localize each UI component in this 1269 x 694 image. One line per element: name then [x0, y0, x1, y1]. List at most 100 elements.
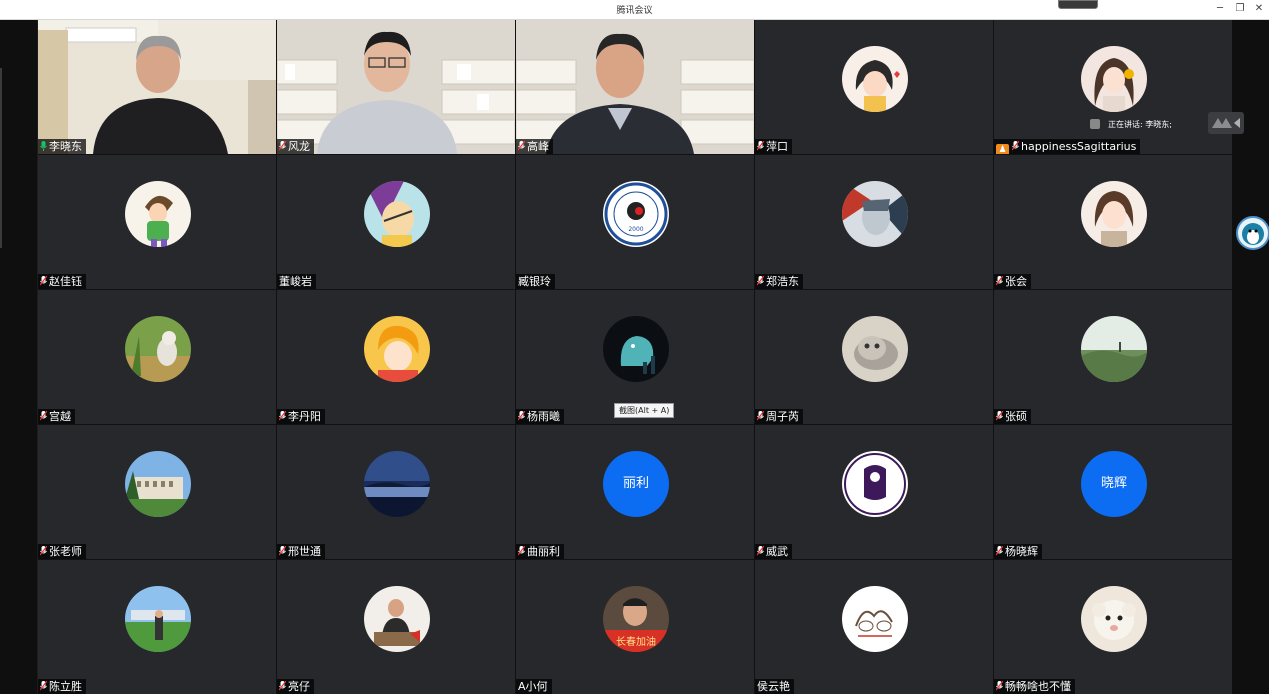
- participant-name: 高峰: [516, 139, 553, 154]
- screenshot-tooltip: 截图(Alt + A): [614, 403, 675, 418]
- participant-tile[interactable]: 2000 臧银玲: [516, 155, 754, 289]
- participant-name: 张会: [994, 274, 1031, 289]
- avatar: [1081, 46, 1147, 112]
- mic-muted-icon: [279, 411, 286, 421]
- avatar: [125, 316, 191, 382]
- layout-switch-icon: [1212, 118, 1240, 128]
- mic-muted-icon: [40, 276, 47, 286]
- participant-name: 郑浩东: [755, 274, 803, 289]
- participant-name: ♟ happinessSagittarius: [994, 139, 1141, 154]
- participant-tile[interactable]: 陈立胜: [38, 560, 276, 694]
- mic-muted-icon: [40, 681, 47, 691]
- participant-tile[interactable]: 侯云艳: [755, 560, 993, 694]
- avatar: [842, 586, 908, 652]
- avatar: [364, 451, 430, 517]
- video-feed: [516, 20, 754, 154]
- avatar: [364, 316, 430, 382]
- avatar: [364, 181, 430, 247]
- mic-muted-icon: [757, 546, 764, 556]
- participant-tile[interactable]: ♟ happinessSagittarius: [994, 20, 1232, 154]
- avatar: [842, 451, 908, 517]
- participant-tile[interactable]: 萍口: [755, 20, 993, 154]
- participant-tile[interactable]: 高峰: [516, 20, 754, 154]
- mic-muted-icon: [279, 141, 286, 151]
- avatar: [125, 586, 191, 652]
- participant-name: 周子芮: [755, 409, 803, 424]
- meeting-toolbar-handle[interactable]: [1058, 0, 1098, 9]
- participant-name: 曲丽利: [516, 544, 564, 559]
- avatar: [603, 316, 669, 382]
- svg-text:长春加油: 长春加油: [616, 635, 656, 648]
- participant-name: 畅畅啥也不懂: [994, 679, 1075, 694]
- mic-muted-icon: [996, 546, 1003, 556]
- participant-name: 杨晓辉: [994, 544, 1042, 559]
- mic-muted-icon: [40, 546, 47, 556]
- mic-muted-icon: [518, 411, 525, 421]
- avatar: 2000: [603, 181, 669, 247]
- participant-name: 杨雨曦: [516, 409, 564, 424]
- mic-active-icon: [40, 141, 47, 151]
- participant-tile[interactable]: 晓辉 杨晓辉: [994, 425, 1232, 559]
- participant-grid: 李晓东 风龙 高峰 萍口 ♟ happinessSagittarius 赵佳钰 …: [38, 20, 1232, 694]
- participant-tile[interactable]: 李晓东: [38, 20, 276, 154]
- participant-tile[interactable]: 亮仔: [277, 560, 515, 694]
- participant-name: 宫越: [38, 409, 75, 424]
- participant-tile[interactable]: 丽利 曲丽利: [516, 425, 754, 559]
- participant-tile[interactable]: 张会: [994, 155, 1232, 289]
- participant-name: 侯云艳: [755, 679, 794, 694]
- avatar: [1081, 586, 1147, 652]
- participant-tile[interactable]: 威武: [755, 425, 993, 559]
- participant-tile[interactable]: 畅畅啥也不懂: [994, 560, 1232, 694]
- speaker-icon: [1090, 119, 1100, 129]
- participant-name: 赵佳钰: [38, 274, 86, 289]
- mic-muted-icon: [518, 141, 525, 151]
- participant-tile[interactable]: 宫越: [38, 290, 276, 424]
- participant-name: 萍口: [755, 139, 792, 154]
- participant-tile[interactable]: 邢世通: [277, 425, 515, 559]
- participant-tile[interactable]: 周子芮: [755, 290, 993, 424]
- host-icon: ♟: [996, 144, 1009, 154]
- avatar: [1081, 316, 1147, 382]
- floating-self-view[interactable]: [1236, 216, 1269, 250]
- mic-muted-icon: [757, 411, 764, 421]
- participant-name: 邢世通: [277, 544, 325, 559]
- participant-name: 董峻岩: [277, 274, 316, 289]
- avatar: [842, 46, 908, 112]
- mic-muted-icon: [757, 141, 764, 151]
- participant-tile[interactable]: 董峻岩: [277, 155, 515, 289]
- mic-muted-icon: [996, 411, 1003, 421]
- avatar: [1081, 181, 1147, 247]
- avatar: [842, 316, 908, 382]
- participant-tile[interactable]: 赵佳钰: [38, 155, 276, 289]
- mic-muted-icon: [1012, 141, 1019, 151]
- participant-tile[interactable]: 长春加油 A小何: [516, 560, 754, 694]
- avatar: 长春加油: [603, 586, 669, 652]
- grid-page-control[interactable]: [1208, 112, 1244, 134]
- participant-name: 陈立胜: [38, 679, 86, 694]
- participant-name: A小何: [516, 679, 552, 694]
- avatar: [125, 451, 191, 517]
- svg-text:2000: 2000: [628, 226, 643, 233]
- video-feed: [38, 20, 276, 154]
- participant-name: 风龙: [277, 139, 314, 154]
- close-button[interactable]: ✕: [1252, 2, 1266, 16]
- participant-name: 威武: [755, 544, 792, 559]
- participant-tile[interactable]: 李丹阳: [277, 290, 515, 424]
- participant-tile[interactable]: 张老师: [38, 425, 276, 559]
- participant-name: 张老师: [38, 544, 86, 559]
- mic-muted-icon: [279, 681, 286, 691]
- mic-muted-icon: [996, 276, 1003, 286]
- speaking-indicator: 正在讲话: 李晓东;: [1090, 118, 1172, 132]
- participant-name: 李晓东: [38, 139, 86, 154]
- avatar: [125, 181, 191, 247]
- restore-button[interactable]: ❐: [1233, 2, 1247, 16]
- participant-tile[interactable]: 风龙: [277, 20, 515, 154]
- mic-muted-icon: [996, 681, 1003, 691]
- participant-tile[interactable]: 张硕: [994, 290, 1232, 424]
- left-margin: [0, 20, 37, 694]
- avatar-initials: 晓辉: [1081, 451, 1147, 517]
- penguin-icon: [1242, 223, 1264, 245]
- participant-tile[interactable]: 郑浩东: [755, 155, 993, 289]
- avatar-initials: 丽利: [603, 451, 669, 517]
- minimize-button[interactable]: ─: [1213, 2, 1227, 16]
